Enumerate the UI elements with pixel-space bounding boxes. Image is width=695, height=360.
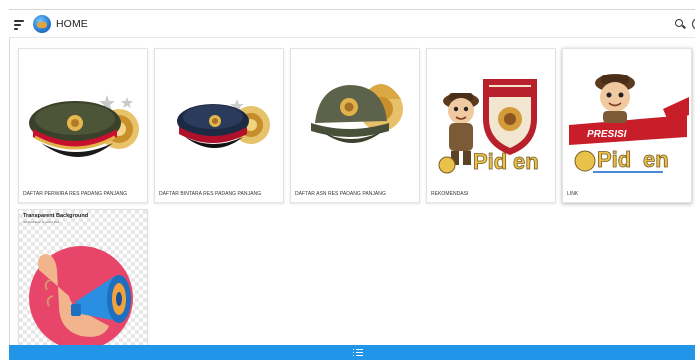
card-daftar-asn[interactable]: DAFTAR ASN RES PADANG PANJANG [290,48,420,203]
green-cap-image [291,49,419,179]
card-label: DAFTAR PERWIRA RES PADANG PANJANG [23,191,128,197]
navy-cap-image [155,49,283,179]
page-title: HOME [56,18,88,30]
officer-cap-image [19,49,147,179]
svg-text:Pid: Pid [473,149,507,174]
presisi-mascot-image: PRESISI Pid en [563,49,691,179]
svg-text:en: en [643,147,669,172]
top-app-bar: HOME [9,9,695,38]
menu-icon[interactable] [14,17,26,31]
svg-text:PRESISI: PRESISI [587,129,627,140]
card-label: REKOMENDASI [431,191,469,197]
app: HOME DAFTAR PERWIRA RES PADANG PANJANG D… [0,0,695,360]
card-label: DAFTAR ASN RES PADANG PANJANG [295,191,386,197]
bottom-bar [9,345,695,360]
card-link[interactable]: PRESISI Pid en LINK [562,48,692,203]
app-logo[interactable] [33,15,51,33]
search-icon[interactable] [674,18,686,30]
card-rekomendasi[interactable]: Pid en REKOMENDASI [426,48,556,203]
frame-edge [9,9,10,345]
megaphone-image: Transparent Background 3D illustration &… [19,210,147,350]
card-label: DAFTAR BINTARA RES PADANG PANJANG [159,191,262,197]
list-icon[interactable] [353,349,363,357]
card-daftar-perwira[interactable]: DAFTAR PERWIRA RES PADANG PANJANG [18,48,148,203]
sdm-polri-mascot-image: Pid en [427,49,555,179]
card-transparent-background[interactable]: Transparent Background 3D illustration &… [18,209,148,350]
card-daftar-bintara[interactable]: DAFTAR BINTARA RES PADANG PANJANG [154,48,284,203]
svg-text:en: en [513,149,539,174]
card-label: LINK [567,191,579,197]
svg-text:Pid: Pid [597,147,631,172]
